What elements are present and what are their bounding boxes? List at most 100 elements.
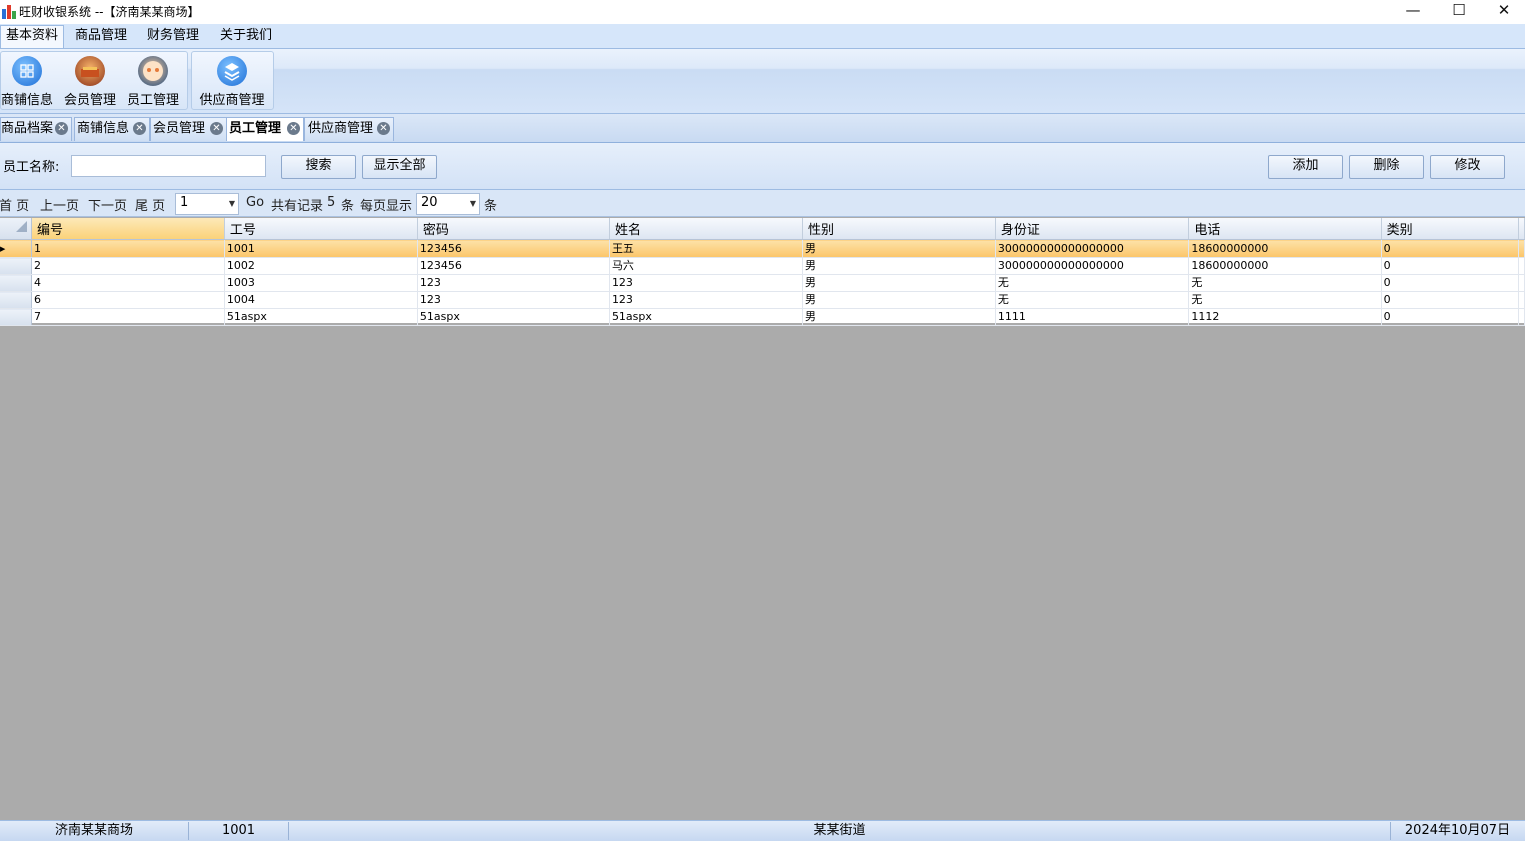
table-cell[interactable]: 300000000000000000 [995, 257, 1190, 275]
row-indicator[interactable] [0, 257, 32, 275]
page-select[interactable]: 1 ▼ [175, 193, 239, 215]
column-header[interactable]: 类别 [1381, 218, 1520, 240]
table-cell[interactable]: 无 [1188, 274, 1382, 292]
go-button[interactable]: Go [246, 195, 264, 210]
table-cell[interactable]: 123 [417, 291, 610, 309]
delete-button[interactable]: 删除 [1349, 155, 1424, 179]
table-cell[interactable]: 7 [31, 308, 225, 326]
row-indicator[interactable] [0, 291, 32, 309]
table-cell[interactable]: 男 [802, 257, 996, 275]
table-cell[interactable]: 王五 [609, 239, 803, 258]
tab-supplier[interactable]: 供应商管理 ✕ [304, 117, 394, 141]
close-window-button[interactable]: ✕ [1481, 0, 1525, 22]
column-header[interactable]: 姓名 [609, 218, 803, 240]
table-cell[interactable]: 2 [31, 257, 225, 275]
prev-page-link[interactable]: 上一页 [40, 195, 79, 214]
table-cell[interactable]: 0 [1381, 257, 1520, 275]
close-tab-icon[interactable]: ✕ [133, 122, 146, 135]
table-cell[interactable]: 123 [609, 274, 803, 292]
column-header[interactable]: 电话 [1188, 218, 1382, 240]
table-cell[interactable]: 0 [1381, 291, 1520, 309]
close-tab-icon[interactable]: ✕ [55, 122, 68, 135]
table-cell[interactable]: 1002 [224, 257, 418, 275]
table-cell[interactable]: 4 [31, 274, 225, 292]
ribbon-button-employee[interactable]: 员工管理 [126, 53, 180, 108]
show-all-button[interactable]: 显示全部 [362, 155, 437, 179]
close-tab-icon[interactable]: ✕ [287, 122, 300, 135]
table-row[interactable]: 4 1003 123 123 男无无 0 [0, 274, 1525, 292]
table-cell-filler [1518, 257, 1525, 275]
table-cell[interactable]: 18600000000 [1188, 257, 1382, 275]
tab-shop-info[interactable]: 商铺信息 ✕ [74, 117, 150, 141]
table-cell[interactable]: 1111 [995, 308, 1190, 326]
column-header[interactable]: 性别 [802, 218, 996, 240]
total-records-label: 共有记录 [271, 199, 324, 214]
table-cell[interactable]: 51aspx [224, 308, 418, 326]
last-page-link[interactable]: 尾 页 [135, 195, 165, 214]
menu-tab-finance[interactable]: 财务管理 [145, 26, 201, 48]
table-cell[interactable]: 无 [995, 291, 1190, 309]
employee-grid: 编号 工号 密码 姓名 性别 身份证 电话 类别 ▶ 1 1001 123456 王五男 3000000… [0, 218, 1525, 326]
dropdown-arrow-icon: ▼ [228, 199, 235, 208]
column-header[interactable]: 密码 [417, 218, 610, 240]
search-button[interactable]: 搜索 [281, 155, 356, 179]
table-row[interactable]: 6 1004 123 123 男无无 0 [0, 291, 1525, 309]
close-tab-icon[interactable]: ✕ [210, 122, 223, 135]
menu-tab-about[interactable]: 关于我们 [218, 26, 274, 48]
table-cell[interactable]: 0 [1381, 274, 1520, 292]
table-row[interactable]: 2 1002 123456 马六男 300000000000000000 18600000… [0, 257, 1525, 275]
ribbon-label: 会员管理 [63, 93, 116, 108]
tab-label: 员工管理 [229, 121, 282, 136]
column-header[interactable]: 工号 [224, 218, 418, 240]
first-page-link[interactable]: 首 页 [0, 195, 29, 214]
row-indicator[interactable] [0, 308, 32, 326]
table-cell[interactable]: 123456 [417, 257, 610, 275]
table-cell[interactable]: 123 [609, 291, 803, 309]
table-cell[interactable]: 0 [1381, 239, 1520, 258]
table-cell[interactable]: 123456 [417, 239, 610, 258]
table-cell[interactable]: 1112 [1188, 308, 1382, 326]
maximize-button[interactable]: ☐ [1436, 0, 1482, 22]
table-cell[interactable]: 1 [31, 239, 225, 258]
tab-goods-archive[interactable]: 商品档案 ✕ [0, 117, 72, 141]
next-page-link[interactable]: 下一页 [88, 195, 127, 214]
table-cell-filler [1518, 239, 1525, 258]
menu-tab-basic-data[interactable]: 基本资料 [0, 25, 64, 48]
close-tab-icon[interactable]: ✕ [377, 122, 390, 135]
table-cell[interactable]: 1001 [224, 239, 418, 258]
table-cell[interactable]: 51aspx [417, 308, 610, 326]
table-cell[interactable]: 无 [995, 274, 1190, 292]
table-cell[interactable]: 男 [802, 274, 996, 292]
table-cell[interactable]: 300000000000000000 [995, 239, 1190, 258]
table-cell[interactable]: 1004 [224, 291, 418, 309]
table-cell[interactable]: 马六 [609, 257, 803, 275]
table-cell[interactable]: 51aspx [609, 308, 803, 326]
tab-employee[interactable]: 员工管理 ✕ [226, 117, 304, 141]
table-cell[interactable]: 无 [1188, 291, 1382, 309]
table-cell[interactable]: 男 [802, 291, 996, 309]
menu-tab-goods[interactable]: 商品管理 [73, 26, 129, 48]
select-all-corner[interactable] [0, 218, 32, 240]
table-cell[interactable]: 1003 [224, 274, 418, 292]
table-cell[interactable]: 6 [31, 291, 225, 309]
table-row[interactable]: 7 51aspx 51aspx 51aspx 男 1111 1112 0 [0, 308, 1525, 326]
edit-button[interactable]: 修改 [1430, 155, 1505, 179]
row-indicator[interactable]: ▶ [0, 239, 32, 258]
employee-name-input[interactable] [71, 155, 266, 177]
tab-member[interactable]: 会员管理 ✕ [150, 117, 227, 141]
minimize-button[interactable]: — [1390, 0, 1436, 22]
ribbon-button-member[interactable]: 会员管理 [63, 53, 117, 108]
table-cell[interactable]: 0 [1381, 308, 1520, 326]
per-page-select[interactable]: 20 ▼ [416, 193, 480, 215]
row-indicator[interactable] [0, 274, 32, 292]
column-header[interactable]: 身份证 [995, 218, 1190, 240]
table-cell[interactable]: 123 [417, 274, 610, 292]
table-row[interactable]: ▶ 1 1001 123456 王五男 300000000000000000 1860000… [0, 239, 1525, 258]
ribbon-button-shop-info[interactable]: 商铺信息 [1, 53, 53, 108]
ribbon-button-supplier[interactable]: 供应商管理 [196, 53, 268, 108]
table-cell[interactable]: 男 [802, 239, 996, 258]
table-cell[interactable]: 18600000000 [1188, 239, 1382, 258]
table-cell[interactable]: 男 [802, 308, 996, 326]
add-button[interactable]: 添加 [1268, 155, 1343, 179]
column-header[interactable]: 编号 [31, 218, 225, 240]
